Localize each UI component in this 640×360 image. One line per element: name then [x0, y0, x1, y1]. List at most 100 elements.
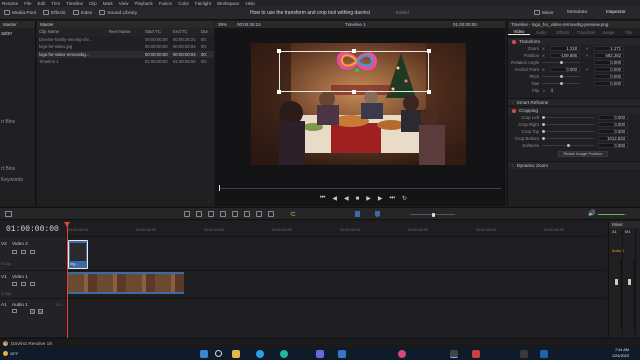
tab-transition[interactable]: Transition	[574, 30, 598, 35]
skip-start-icon[interactable]: ⏮	[320, 195, 325, 202]
enable-dot-icon[interactable]	[512, 39, 516, 44]
replace-clip-icon[interactable]	[256, 211, 262, 217]
start-icon[interactable]	[200, 350, 208, 358]
media-pool-tab[interactable]: Media Pool	[4, 10, 36, 16]
tab-image[interactable]: Image	[598, 30, 619, 35]
sidebar-item-smart-bins-2[interactable]: rt Bins	[1, 166, 15, 172]
auto-select-icon[interactable]	[21, 250, 26, 254]
crop-top-slider[interactable]	[542, 130, 594, 133]
crop-bottom-slider[interactable]	[542, 137, 594, 140]
sidebar-item-master[interactable]: aster	[1, 31, 12, 37]
inspector-tab[interactable]: Inspector	[606, 10, 626, 15]
menu-item-timeline[interactable]: Timeline	[66, 1, 83, 6]
track-name[interactable]: Video 1	[12, 274, 28, 279]
anchor-x-field[interactable]: 0.000	[550, 66, 580, 73]
position-y-field[interactable]: 692.282	[594, 52, 624, 59]
transform-bounding-box[interactable]	[279, 51, 429, 92]
menu-item-edit[interactable]: Edit	[38, 1, 46, 6]
timeline-ruler[interactable]: 01:00:00:00 01:00:08:00 01:00:16:00 01:00:2…	[66, 221, 607, 237]
mute-button[interactable]: M	[38, 309, 43, 314]
softness-field[interactable]: 0.000	[598, 142, 628, 149]
flip-horizontal-icon[interactable]: ⇔	[542, 88, 546, 93]
menu-item-fusion[interactable]: Fusion	[159, 1, 173, 6]
fader-m1[interactable]	[628, 279, 631, 285]
menu-item-resolve[interactable]: Resolve	[2, 1, 18, 6]
zoom-x-field[interactable]: 1.218	[550, 45, 580, 52]
mail-icon[interactable]	[338, 350, 346, 358]
visibility-icon[interactable]	[30, 250, 35, 254]
flag-icon[interactable]	[355, 211, 360, 217]
play-reverse-icon[interactable]: ◀	[344, 195, 349, 202]
cropping-section[interactable]: Cropping	[508, 106, 640, 114]
metadata-tab[interactable]: Metadata	[567, 10, 587, 15]
menu-item-fairlight[interactable]: Fairlight	[195, 1, 211, 6]
blade-tool-icon[interactable]	[220, 211, 226, 217]
track-header-v1[interactable]: V1 Video 1 1 Clip	[0, 271, 66, 299]
zoom-slider[interactable]	[410, 212, 455, 217]
table-row[interactable]: Timeline 1 01:00:00:00 01:00:05:00 00:	[37, 58, 214, 66]
track-lane-v2[interactable]	[66, 237, 607, 271]
play-icon[interactable]: ▶	[366, 195, 371, 202]
file-explorer-icon[interactable]	[232, 350, 240, 358]
softness-slider[interactable]	[542, 144, 594, 147]
weather-icon[interactable]	[3, 351, 8, 356]
snapping-icon[interactable]: ⊂	[290, 210, 296, 218]
flip-vertical-icon[interactable]: ⇕	[550, 88, 554, 94]
crop-left-slider[interactable]	[542, 116, 594, 119]
dynamic-trim-icon[interactable]	[208, 211, 214, 217]
overwrite-clip-icon[interactable]	[244, 211, 250, 217]
fader-a1[interactable]	[615, 279, 618, 285]
link-icon[interactable]	[268, 211, 274, 217]
anchor-y-field[interactable]: 0.000	[594, 66, 624, 73]
zoom-y-field[interactable]: 1.171	[594, 45, 624, 52]
col-clip-name[interactable]: Clip Name	[37, 29, 107, 34]
stop-icon[interactable]: ■	[356, 196, 360, 202]
lock-icon[interactable]	[12, 250, 17, 254]
sound-library-tab[interactable]: Sound Library	[99, 10, 137, 16]
step-back-icon[interactable]: ◀	[332, 195, 337, 202]
timeline-options-icon[interactable]	[5, 211, 12, 217]
menu-item-file[interactable]: File	[24, 1, 31, 6]
yaw-slider[interactable]	[542, 82, 580, 85]
menu-item-playback[interactable]: Playback	[134, 1, 152, 6]
menu-item-view[interactable]: View	[119, 1, 129, 6]
search-icon[interactable]	[215, 350, 222, 357]
timeline-clip-logo[interactable]: log...	[68, 240, 88, 269]
pitch-slider[interactable]	[542, 75, 580, 78]
timeline-playhead[interactable]	[67, 223, 68, 338]
sidebar-item-smart-bins[interactable]: rt Bins	[1, 119, 15, 125]
transform-handle[interactable]	[277, 49, 281, 53]
menu-item-mark[interactable]: Mark	[103, 1, 113, 6]
tab-file[interactable]: File	[619, 30, 639, 35]
position-x-field[interactable]: -109.886	[550, 52, 580, 59]
timeline-name[interactable]: Timeline 1	[345, 22, 366, 27]
solo-button[interactable]: S	[30, 309, 35, 314]
table-row[interactable]: logo-for-video.jpg 00:00:00:00 00:00:00:…	[37, 43, 214, 51]
transform-handle[interactable]	[277, 90, 281, 94]
crop-right-field[interactable]: 0.000	[598, 121, 628, 128]
tab-effects[interactable]: Effects	[552, 30, 574, 35]
transform-handle[interactable]	[352, 49, 356, 53]
dynamic-zoom-section[interactable]: › Dynamic Zoom	[508, 161, 640, 169]
crop-bottom-field[interactable]: 1012.833	[598, 135, 628, 142]
tab-audio[interactable]: Audio	[530, 30, 552, 35]
step-forward-icon[interactable]: ▶	[378, 195, 383, 202]
master-volume-slider[interactable]	[598, 214, 626, 215]
crop-left-field[interactable]: 0.000	[598, 114, 628, 121]
app-icon[interactable]	[472, 350, 480, 358]
selection-tool-icon[interactable]	[184, 211, 190, 217]
pitch-field[interactable]: 0.000	[594, 73, 624, 80]
store-icon[interactable]	[316, 350, 324, 358]
yaw-field[interactable]: 0.000	[594, 80, 624, 87]
edge-icon[interactable]	[280, 350, 288, 358]
table-row[interactable]: logo-for-video-removebg... 00:00:00:00 0…	[37, 50, 214, 58]
app-icon[interactable]	[540, 350, 548, 358]
menu-item-trim[interactable]: Trim	[51, 1, 60, 6]
table-row[interactable]: Diverse-family-serving-chr... 00:00:00:0…	[37, 36, 214, 44]
volume-icon[interactable]: 🔊	[588, 210, 595, 217]
menu-item-clip[interactable]: Clip	[89, 1, 97, 6]
insert-clip-icon[interactable]	[232, 211, 238, 217]
transform-section[interactable]: Transform	[508, 37, 640, 45]
auto-select-icon[interactable]	[21, 282, 26, 286]
crop-top-field[interactable]: 0.000	[598, 128, 628, 135]
